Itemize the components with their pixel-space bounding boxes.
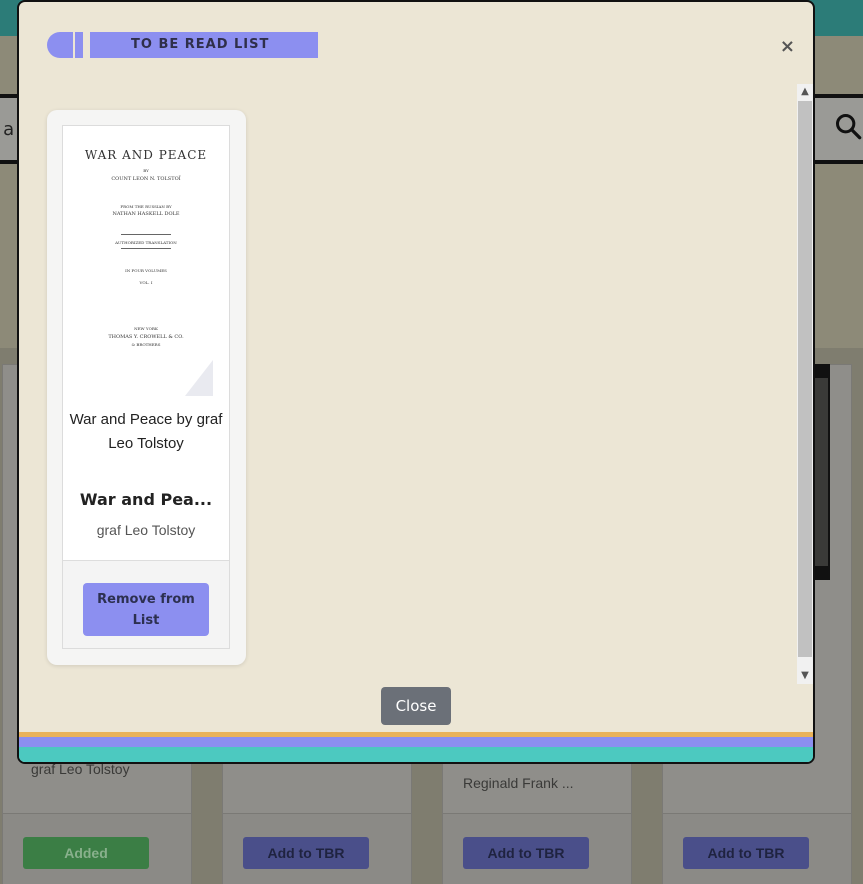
- background-card-author: Reginald Frank ...: [463, 775, 574, 791]
- cover-from: FROM THE RUSSIAN BY: [120, 204, 172, 209]
- added-button[interactable]: Added: [23, 837, 149, 869]
- background-card-footer: Add to TBR: [443, 813, 631, 884]
- cover-publisher-line: & BROTHERS: [131, 342, 161, 347]
- add-to-tbr-button[interactable]: Add to TBR: [683, 837, 809, 869]
- remove-from-list-button[interactable]: Remove from List: [83, 583, 209, 636]
- cover-title: WAR AND PEACE: [84, 148, 208, 162]
- tbr-modal: TO BE READ LIST × WAR AND PEACE BY COUNT…: [17, 0, 815, 764]
- footer-stripe-purple: [19, 737, 813, 747]
- title-decoration: [75, 32, 83, 58]
- add-to-tbr-button[interactable]: Add to TBR: [243, 837, 369, 869]
- cover-edition: AUTHORIZED TRANSLATION: [115, 240, 177, 245]
- cover-city: NEW YORK: [134, 326, 158, 331]
- book-card-inner: WAR AND PEACE BY COUNT LEON N. TOLSTOÏ F…: [62, 125, 230, 649]
- page-curl: [185, 360, 213, 396]
- cover-volumes: IN FOUR VOLUMES: [125, 268, 167, 273]
- modal-header: TO BE READ LIST ×: [19, 2, 813, 72]
- book-card-footer: Remove from List: [63, 560, 229, 648]
- modal-title: TO BE READ LIST: [131, 37, 270, 52]
- footer-stripe-teal: [19, 747, 813, 762]
- cover-author: COUNT LEON N. TOLSTOÏ: [111, 176, 181, 182]
- scrollbar-thumb[interactable]: [798, 101, 812, 657]
- book-author: graf Leo Tolstoy: [96, 522, 196, 538]
- background-card-footer: Added: [3, 813, 191, 884]
- title-decoration: [47, 32, 73, 58]
- close-icon[interactable]: ×: [780, 36, 795, 57]
- scroll-up-arrow-icon[interactable]: ▲: [797, 84, 813, 100]
- cover-by: BY: [143, 168, 149, 173]
- book-label: War and Peace by graf Leo Tolstoy: [69, 411, 223, 452]
- close-button[interactable]: Close: [381, 687, 451, 725]
- scroll-down-arrow-icon[interactable]: ▼: [797, 668, 813, 684]
- background-card-footer: Add to TBR: [663, 813, 851, 884]
- background-search-text: r a: [0, 119, 15, 140]
- modal-scrollbar[interactable]: ▲ ▼: [797, 84, 813, 684]
- cover-vol: VOL. I: [139, 280, 153, 285]
- cover-rule: [121, 248, 171, 249]
- cover-rule: [121, 234, 171, 235]
- modal-body: WAR AND PEACE BY COUNT LEON N. TOLSTOÏ F…: [19, 82, 813, 686]
- add-to-tbr-button[interactable]: Add to TBR: [463, 837, 589, 869]
- cover-translator: NATHAN HASKELL DOLE: [112, 211, 180, 217]
- book-title: War and Pea...: [79, 490, 213, 509]
- background-dark-panel-inner: [814, 378, 828, 566]
- book-cover-image: WAR AND PEACE BY COUNT LEON N. TOLSTOÏ F…: [79, 142, 213, 396]
- search-icon: [835, 113, 862, 140]
- cover-publisher: THOMAS Y. CROWELL & CO.: [108, 334, 184, 340]
- background-card-footer: Add to TBR: [223, 813, 411, 884]
- book-card: WAR AND PEACE BY COUNT LEON N. TOLSTOÏ F…: [47, 110, 246, 665]
